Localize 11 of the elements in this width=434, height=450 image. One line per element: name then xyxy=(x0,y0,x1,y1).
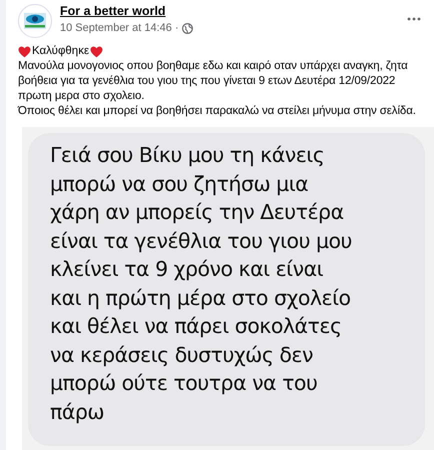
page-name-link[interactable]: For a better world xyxy=(60,3,407,20)
post-text: Μανούλα μονογονιος οπου βοηθαμε εδω και καιρό οταν υπάρχει αναγκη, ζητα βοήθεια για τα γενέθλια του γιου της που γίνεται 9 ετων Δευτέρα 12/09/2022 πρωτη μερα στο σχολειο. xyxy=(18,59,409,104)
message-text: Γειά σου Βίκυ μου τη κάνεις μπορώ να σου ζητήσω μια χάρη αν μπορείς την Δευτέρα είναι τα γενέθλια του γιου μου κλείνει τα 9 χρόνο και είναι και η πρώτη μέρα στο σχολείο και θέλει να πάρει σοκολάτες να κεράσεις δυστυχώς δεν μπορώ ούτε τουτρα να του πάρω xyxy=(50,142,353,426)
status-text: Καλύφθηκε xyxy=(32,44,90,59)
post-text: Όποιος θέλει και μπορεί να βοηθήσει παρακαλώ να στείλει μήνυμα στην σελίδα. xyxy=(18,104,417,119)
heart-icon xyxy=(90,46,104,58)
page-avatar-icon[interactable] xyxy=(18,4,52,38)
globe-icon xyxy=(182,22,193,34)
post-timestamp[interactable]: 10 September at 14:46 · xyxy=(60,20,179,36)
more-options-icon[interactable] xyxy=(407,17,421,21)
heart-icon xyxy=(18,46,31,58)
